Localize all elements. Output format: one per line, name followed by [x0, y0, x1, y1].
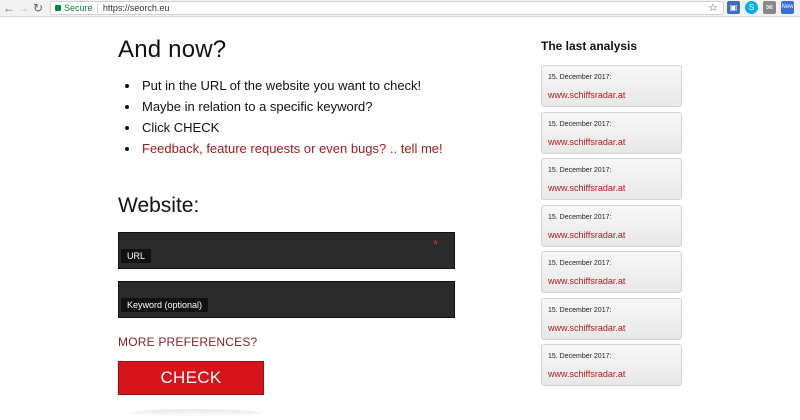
required-marker: *: [432, 237, 438, 252]
more-preferences-link[interactable]: MORE PREFERENCES?: [118, 335, 257, 349]
analysis-date: 15. December 2017:: [548, 167, 612, 174]
mail-icon[interactable]: ✉: [763, 1, 776, 14]
analysis-site-link[interactable]: www.schiffsradar.at: [548, 276, 625, 286]
analysis-site-link[interactable]: www.schiffsradar.at: [548, 137, 625, 147]
keyword-label: Keyword (optional): [121, 298, 209, 312]
back-arrow-icon[interactable]: ←: [2, 1, 16, 15]
analysis-card[interactable]: 15. December 2017: www.schiffsradar.at: [541, 298, 682, 340]
list-item: Put in the URL of the website you want t…: [122, 75, 443, 96]
reload-icon[interactable]: ↻: [31, 1, 45, 15]
analysis-card[interactable]: 15. December 2017: www.schiffsradar.at: [541, 112, 682, 154]
browser-toolbar: ← → ↻ Secure | https://seorch.eu ☆ ▣ S ✉ N…: [0, 0, 800, 17]
analysis-date: 15. December 2017:: [548, 74, 612, 81]
analysis-date: 15. December 2017:: [548, 353, 612, 360]
address-url: https://seorch.eu: [102, 3, 170, 13]
analysis-card[interactable]: 15. December 2017: www.schiffsradar.at: [541, 344, 682, 386]
keyword-field[interactable]: Keyword (optional): [118, 281, 455, 318]
analysis-site-link[interactable]: www.schiffsradar.at: [548, 90, 625, 100]
analysis-card[interactable]: 15. December 2017: www.schiffsradar.at: [541, 251, 682, 293]
lock-icon: [55, 5, 61, 11]
page-content: And now? Put in the URL of the website y…: [0, 17, 800, 420]
skype-icon[interactable]: S: [745, 1, 758, 14]
instruction-list: Put in the URL of the website you want t…: [122, 75, 443, 159]
analysis-site-link[interactable]: www.schiffsradar.at: [548, 183, 625, 193]
feedback-link[interactable]: Feedback, feature requests or even bugs?…: [122, 138, 443, 159]
address-separator: |: [96, 3, 99, 13]
sidebar-title: The last analysis: [541, 39, 638, 53]
url-input[interactable]: [119, 233, 454, 268]
analysis-date: 15. December 2017:: [548, 121, 612, 128]
new-extension-icon[interactable]: New: [781, 1, 794, 14]
website-heading: Website:: [118, 194, 200, 217]
analysis-card[interactable]: 15. December 2017: www.schiffsradar.at: [541, 158, 682, 200]
analysis-card[interactable]: 15. December 2017: www.schiffsradar.at: [541, 65, 682, 107]
analysis-site-link[interactable]: www.schiffsradar.at: [548, 230, 625, 240]
analysis-site-link[interactable]: www.schiffsradar.at: [548, 369, 625, 379]
bookmark-star-icon[interactable]: ☆: [706, 1, 720, 15]
secure-label: Secure: [64, 3, 93, 13]
url-field[interactable]: URL *: [118, 232, 455, 269]
button-shadow: [130, 409, 260, 417]
analysis-date: 15. December 2017:: [548, 260, 612, 267]
extension-square-icon[interactable]: ▣: [727, 1, 740, 14]
url-label: URL: [121, 249, 152, 263]
list-item: Maybe in relation to a specific keyword?: [122, 96, 443, 117]
forward-arrow-icon[interactable]: →: [16, 1, 30, 15]
analysis-date: 15. December 2017:: [548, 307, 612, 314]
analysis-site-link[interactable]: www.schiffsradar.at: [548, 323, 625, 333]
list-item: Click CHECK: [122, 117, 443, 138]
check-button[interactable]: CHECK: [118, 361, 264, 395]
page-heading: And now?: [118, 36, 227, 63]
analysis-card[interactable]: 15. December 2017: www.schiffsradar.at: [541, 205, 682, 247]
address-bar[interactable]: Secure | https://seorch.eu: [50, 1, 724, 15]
analysis-date: 15. December 2017:: [548, 214, 612, 221]
